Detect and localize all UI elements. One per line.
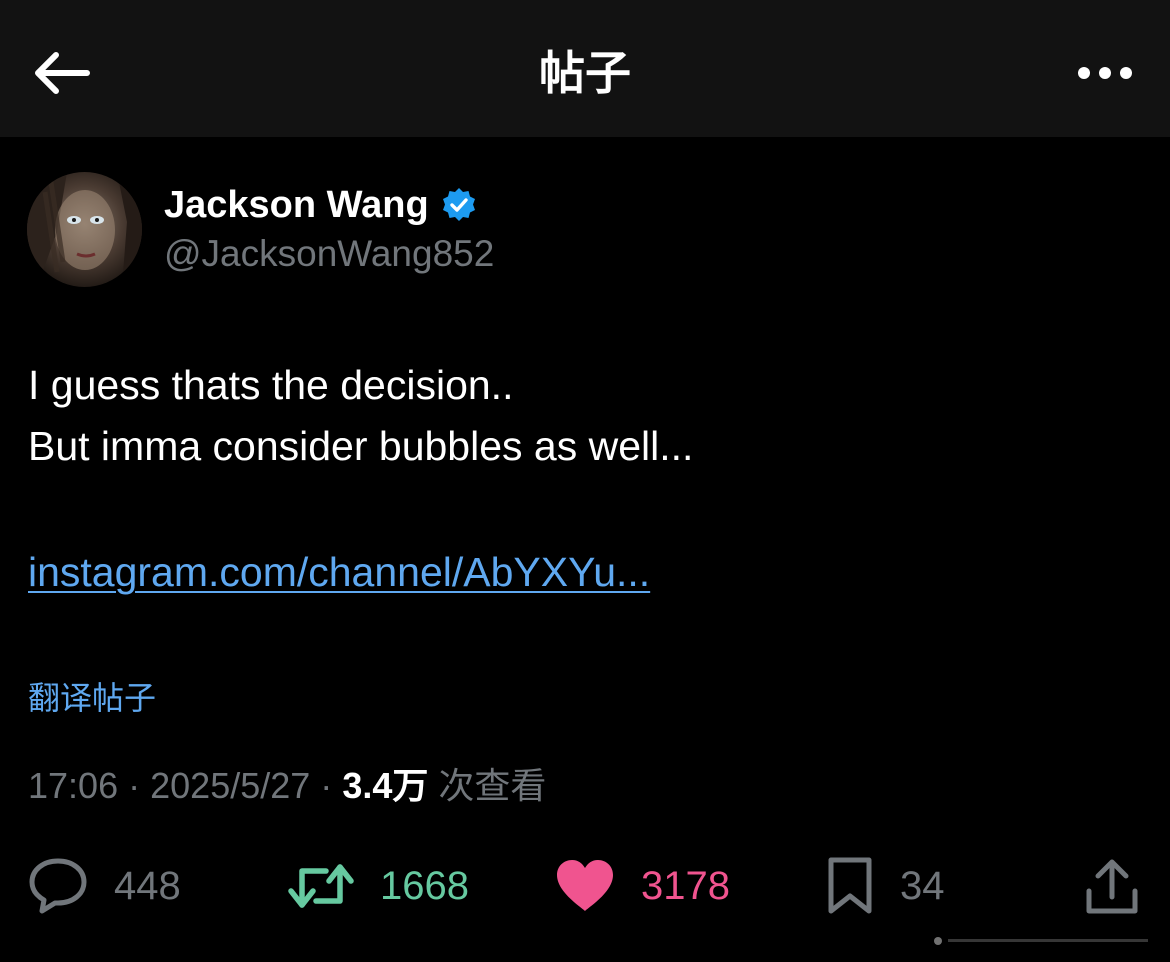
bookmark-button[interactable]: 34 — [826, 850, 945, 922]
author-handle[interactable]: @JacksonWang852 — [164, 230, 494, 278]
like-button[interactable]: 3178 — [555, 850, 730, 922]
retweet-icon — [288, 864, 354, 908]
bookmark-count: 34 — [900, 864, 945, 908]
author-name[interactable]: Jackson Wang — [164, 180, 477, 230]
watermark — [932, 934, 1162, 946]
heart-icon — [557, 860, 613, 911]
views-count[interactable]: 3.4万 — [342, 765, 428, 806]
tweet-meta: 17:06 · 2025/5/27 · 3.4万 次查看 — [28, 762, 546, 810]
like-count: 3178 — [641, 864, 730, 908]
reply-icon — [29, 858, 87, 914]
reply-button[interactable]: 448 — [28, 850, 181, 922]
more-horizontal-icon — [1078, 67, 1132, 79]
tweet-time: 17:06 — [28, 765, 119, 806]
reply-count: 448 — [114, 864, 181, 908]
action-bar: 448 1668 3178 34 — [0, 850, 1170, 922]
tweet-text: I guess thats the decision.. But imma co… — [28, 355, 1138, 477]
tweet-line: I guess thats the decision.. — [28, 362, 514, 408]
retweet-button[interactable]: 1668 — [288, 850, 469, 922]
retweet-count: 1668 — [380, 864, 469, 908]
tweet-date: 2025/5/27 — [150, 765, 311, 806]
views-label[interactable]: 次查看 — [438, 765, 546, 806]
meta-separator: · — [128, 765, 141, 806]
top-bar: 帖子 — [0, 0, 1170, 137]
page-title: 帖子 — [539, 47, 631, 99]
author-display-name: Jackson Wang — [164, 184, 429, 226]
share-button[interactable] — [1084, 850, 1140, 922]
translate-post-link[interactable]: 翻译帖子 — [28, 676, 156, 720]
tweet-line: But imma consider bubbles as well... — [28, 423, 694, 469]
meta-separator: · — [320, 765, 333, 806]
avatar[interactable] — [27, 172, 142, 287]
bookmark-icon — [828, 857, 872, 914]
share-icon — [1086, 859, 1138, 914]
tweet-link[interactable]: instagram.com/channel/AbYXYu... — [28, 542, 650, 603]
more-options-button[interactable] — [1070, 40, 1140, 106]
verified-badge-icon — [441, 187, 477, 223]
